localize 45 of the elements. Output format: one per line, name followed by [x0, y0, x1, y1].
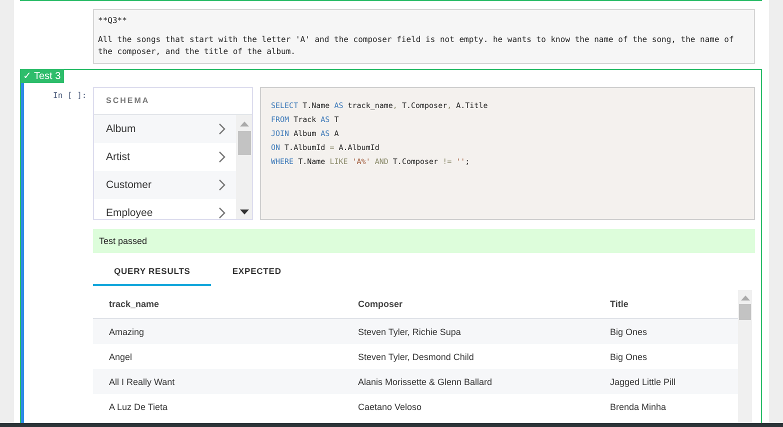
- table-row[interactable]: Angel Steven Tyler, Desmond Child Big Ones: [93, 344, 738, 369]
- column-header: track_name: [108, 299, 160, 309]
- scrollbar-thumb[interactable]: [739, 304, 751, 320]
- schema-item[interactable]: Customer: [94, 171, 236, 199]
- check-mark: ✓: [23, 70, 31, 82]
- table-cell-text: Steven Tyler, Desmond Child: [357, 352, 475, 362]
- question-text: All the songs that start with the letter 'A' and the composer field is not empty. he wants to know the name of the song, the name of the composer, and the title of the album.: [98, 34, 735, 58]
- table-cell-text: Alanis Morissette & Glenn Ballard: [357, 376, 494, 386]
- chevron-icon: [218, 179, 226, 191]
- chevron-icon: [218, 151, 226, 163]
- scrollbar[interactable]: [236, 115, 252, 219]
- table-cell-text: Amazing: [108, 326, 146, 336]
- table-row[interactable]: Amazing Steven Tyler, Richie Supa Big Ones: [93, 319, 738, 344]
- column-header: Title: [609, 299, 630, 309]
- table-cell-text: All I Really Want: [108, 376, 176, 386]
- test-label: Test 3: [34, 70, 61, 82]
- scroll-down-icon: [240, 209, 248, 215]
- table-name: Employee: [106, 207, 153, 219]
- question-heading: **Q3**: [98, 16, 128, 25]
- schema-item[interactable]: Employee: [94, 199, 236, 219]
- result-tab[interactable]: QUERY RESULTS: [93, 260, 212, 286]
- schema-item[interactable]: Album: [94, 115, 236, 143]
- table-cell-text: Big Ones: [609, 326, 648, 336]
- schema-item[interactable]: Artist: [94, 143, 236, 171]
- table-cell-text: Steven Tyler, Richie Supa: [357, 326, 462, 336]
- table-row[interactable]: A Luz De Tieta Caetano Veloso Brenda Minha: [93, 394, 738, 419]
- result-tab[interactable]: EXPECTED: [211, 260, 302, 286]
- table-cell-text: Big Ones: [609, 352, 648, 362]
- scrollbar-thumb[interactable]: [238, 131, 250, 155]
- chevron-icon: [218, 207, 226, 219]
- column-header: Composer: [357, 299, 404, 309]
- table-name: Customer: [106, 179, 152, 191]
- table-cell-text: Caetano Veloso: [357, 402, 423, 412]
- table-cell-text: Brenda Minha: [609, 402, 668, 412]
- cell-prompt: In [ ]:: [53, 91, 87, 100]
- table-cell-text: Jagged Little Pill: [609, 376, 677, 386]
- chevron-icon: [218, 123, 226, 135]
- test-status: Test passed: [93, 229, 755, 253]
- table-cell-text: Angel: [108, 352, 134, 362]
- scroll-up-icon: [240, 121, 248, 127]
- table-name: Artist: [106, 151, 130, 163]
- table-cell-text: A Luz De Tieta: [108, 402, 169, 412]
- table-row[interactable]: All I Really Want Alanis Morissette & Glenn Ballard Jagged Little Pill: [93, 369, 738, 394]
- scroll-up-icon: [740, 295, 750, 301]
- table-name: Album: [106, 123, 136, 135]
